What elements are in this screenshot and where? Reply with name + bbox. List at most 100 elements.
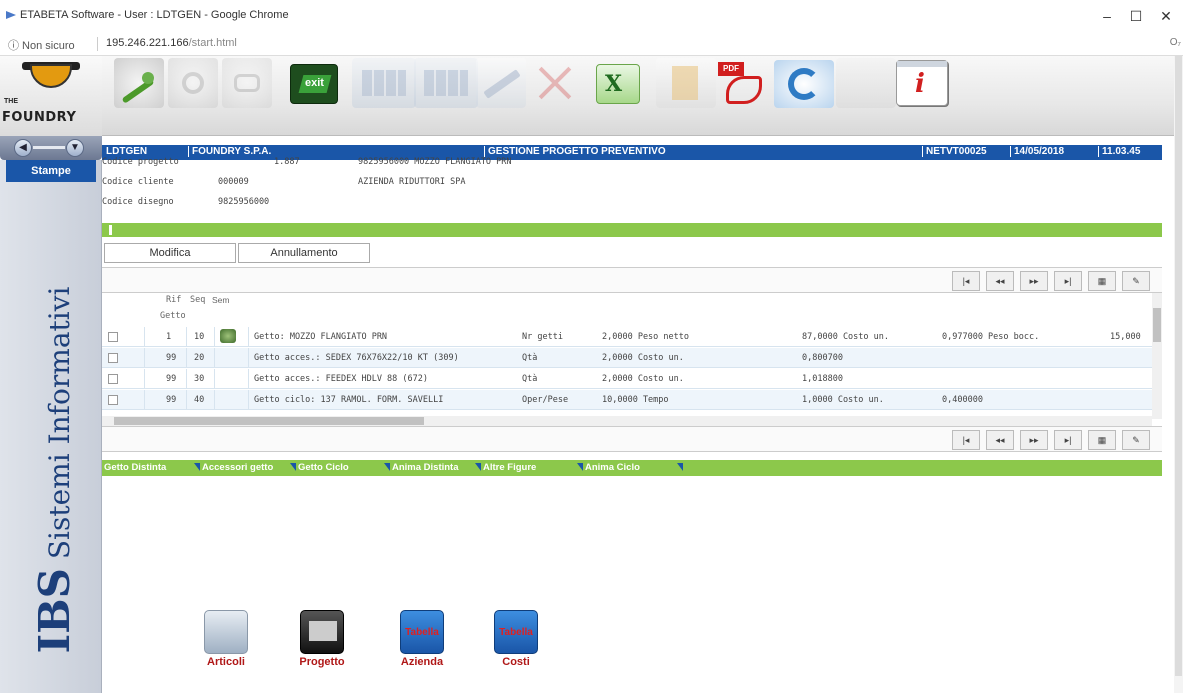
last-page-button[interactable]: ▸| (1054, 271, 1082, 291)
cell-c3: 1,0000 Costo un. (802, 395, 884, 405)
green-arrow-icon[interactable] (114, 58, 164, 108)
codice-progetto-label: Codice progetto (102, 157, 179, 167)
next-page-button[interactable]: ▸▸ (1020, 430, 1048, 450)
last-page-button[interactable]: ▸| (1054, 430, 1082, 450)
scroll-thumb[interactable] (114, 417, 424, 425)
cell-c1: Qtà (522, 353, 538, 363)
status-marker (109, 225, 112, 235)
first-page-button[interactable]: |◂ (952, 271, 980, 291)
launcher-label: Azienda (400, 656, 444, 668)
first-page-button[interactable]: |◂ (952, 430, 980, 450)
ladle-icon (30, 64, 72, 88)
row-checkbox[interactable] (108, 374, 118, 384)
grid-horizontal-scrollbar[interactable] (102, 416, 1152, 426)
prev-page-button[interactable]: ◂◂ (986, 271, 1014, 291)
page-scrollbar[interactable] (1174, 56, 1183, 693)
document-icon (656, 58, 716, 108)
table-row[interactable]: 99 30 Getto acces.: FEEDEX HDLV 88 (672) Qt… (102, 369, 1152, 389)
cell-c5: 15,000 (1110, 332, 1141, 342)
info-icon[interactable]: i (896, 60, 948, 106)
export-button[interactable]: ▦ (1088, 430, 1116, 450)
tab-accessori-getto[interactable]: Accessori getto (194, 462, 273, 473)
back-arrow-icon[interactable]: ◀ (14, 139, 32, 157)
logo-text: FOUNDRY (2, 110, 77, 125)
cell-divider (186, 327, 187, 347)
header-screen-title: GESTIONE PROGETTO PREVENTIVO (484, 146, 666, 157)
header-time: 11.03.45 (1098, 146, 1140, 157)
col-getto[interactable]: Getto (160, 311, 186, 321)
status-bar (102, 223, 1162, 237)
brand-big: IBS (30, 568, 79, 654)
annullamento-button[interactable]: Annullamento (238, 243, 370, 263)
tab-anima-distinta[interactable]: Anima Distinta (384, 462, 459, 473)
table-row[interactable]: 1 10 Getto: MOZZO FLANGIATO PRN Nr getti 2,0… (102, 327, 1152, 347)
tools-icon (222, 58, 272, 108)
nav-arrows: ◀ ▼ (0, 136, 102, 160)
row-checkbox[interactable] (108, 353, 118, 363)
tab-getto-ciclo[interactable]: Getto Ciclo (290, 462, 349, 473)
refresh-icon[interactable] (774, 60, 834, 108)
launcher-progetto[interactable]: Progetto (290, 610, 354, 682)
edit-button[interactable]: ✎ (1122, 271, 1150, 291)
url-text[interactable]: 195.246.221.166/start.html (106, 37, 237, 49)
tabella-icon: Tabella (400, 610, 444, 654)
col-sem[interactable]: Sem (212, 295, 229, 305)
address-bar[interactable]: ⓘ Non sicuro 195.246.221.166/start.html … (0, 32, 1183, 56)
excel-icon[interactable]: X (596, 64, 640, 104)
codice-cliente-label: Codice cliente (102, 177, 174, 187)
cell-c3: 0,800700 (802, 353, 843, 363)
cell-divider (186, 390, 187, 410)
codice-progetto-value: 1.887 (274, 157, 300, 167)
launcher-azienda[interactable]: Tabella Azienda (390, 610, 454, 682)
cell-c1: Oper/Pese (522, 395, 569, 405)
launcher-articoli[interactable]: Articoli (194, 610, 258, 682)
progetto-icon (300, 610, 344, 654)
col-seq[interactable]: Seq (190, 295, 205, 305)
table-row[interactable]: 99 40 Getto ciclo: 137 RAMOL. FORM. SAVELL… (102, 390, 1152, 410)
col-rif[interactable]: Rif (166, 295, 181, 305)
pager-bottom: |◂ ◂◂ ▸▸ ▸| ▦ ✎ (102, 426, 1162, 452)
cell-divider (214, 327, 215, 347)
disc-icon (168, 58, 218, 108)
down-arrow-icon[interactable]: ▼ (66, 139, 84, 157)
grid-vertical-scrollbar[interactable] (1152, 293, 1162, 419)
cell-c4: 0,977000 Peso bocc. (942, 332, 1040, 342)
pager-top: |◂ ◂◂ ▸▸ ▸| ▦ ✎ (102, 267, 1162, 293)
tab-anima-ciclo[interactable]: Anima Ciclo (577, 462, 640, 473)
tab-getto-distinta[interactable]: Getto Distinta (104, 462, 166, 473)
stampe-button[interactable]: Stampe (6, 160, 96, 182)
launcher-costi[interactable]: Tabella Costi (484, 610, 548, 682)
header-date: 14/05/2018 (1010, 146, 1064, 157)
tab-altre-figure[interactable]: Altre Figure (475, 462, 536, 473)
pdf-icon[interactable]: PDF (714, 60, 770, 108)
cell-divider (144, 327, 145, 347)
cell-c3: 87,0000 Costo un. (802, 332, 889, 342)
cell-rif: 1 (166, 332, 172, 342)
close-button[interactable]: ✕ (1156, 6, 1176, 26)
export-button[interactable]: ▦ (1088, 271, 1116, 291)
table-row[interactable]: 99 20 Getto acces.: SEDEX 76X76X22/10 KT (… (102, 348, 1152, 368)
scroll-thumb[interactable] (1153, 308, 1161, 342)
maximize-button[interactable]: ☐ (1126, 6, 1146, 26)
cell-divider (248, 369, 249, 389)
cell-rif: 99 (166, 395, 177, 405)
blank-icon (836, 58, 896, 108)
prev-page-button[interactable]: ◂◂ (986, 430, 1014, 450)
ibs-vertical-brand: IBS Sistemi Informativi (30, 240, 79, 693)
modifica-button[interactable]: Modifica (104, 243, 236, 263)
scroll-thumb[interactable] (1175, 56, 1182, 676)
row-checkbox[interactable] (108, 395, 118, 405)
key-icon[interactable]: O₇ (1170, 37, 1181, 48)
header-user: LDTGEN (106, 146, 148, 157)
detail-tabs: Getto Distinta Accessori getto Getto Cic… (102, 460, 1162, 476)
launcher-label: Articoli (207, 656, 245, 668)
cell-desc: Getto acces.: SEDEX 76X76X22/10 KT (309) (254, 353, 459, 363)
pencil-icon (476, 58, 526, 108)
tabella-icon: Tabella (494, 610, 538, 654)
launcher-label: Progetto (299, 656, 345, 668)
exit-icon[interactable]: exit (290, 64, 338, 104)
minimize-button[interactable]: – (1097, 6, 1117, 26)
next-page-button[interactable]: ▸▸ (1020, 271, 1048, 291)
edit-button[interactable]: ✎ (1122, 430, 1150, 450)
row-checkbox[interactable] (108, 332, 118, 342)
